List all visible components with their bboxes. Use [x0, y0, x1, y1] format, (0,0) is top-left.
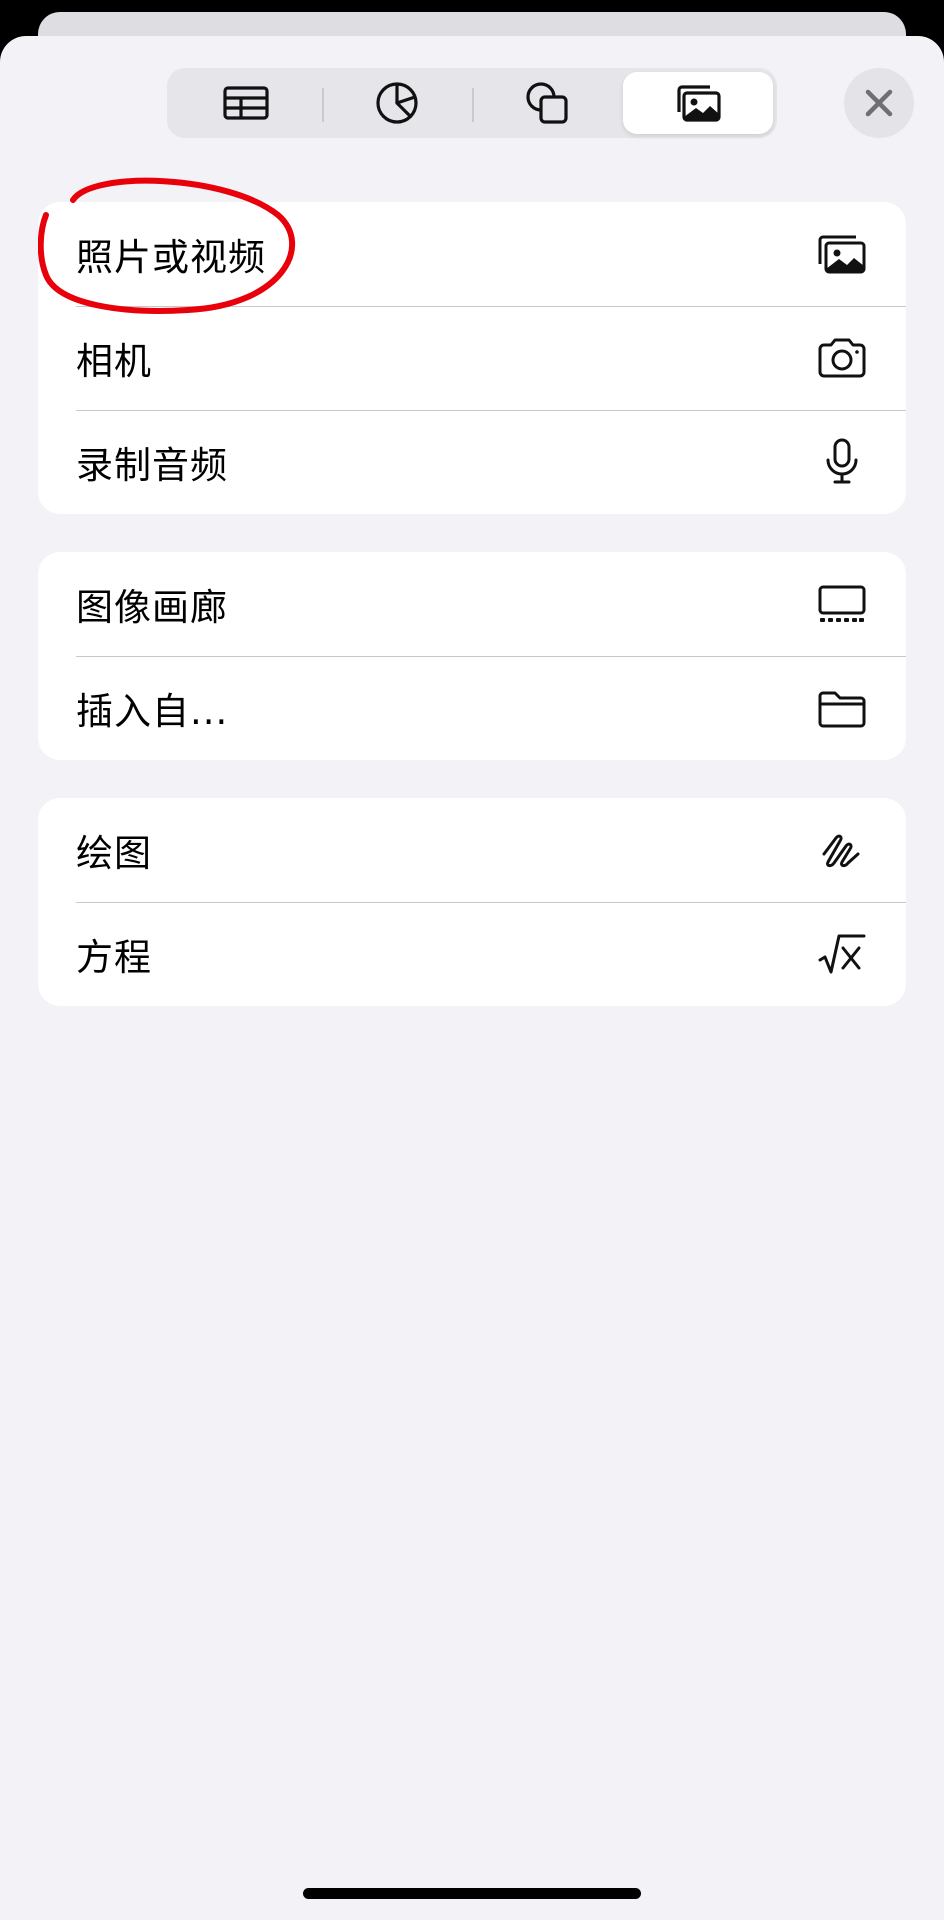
menu-item-label: 方程	[76, 936, 152, 979]
insert-category-control	[167, 68, 777, 138]
camera-icon	[818, 338, 866, 378]
insert-sheet: 照片或视频 相机 录制音频 图像画廊 插入自... 绘图 方程	[0, 36, 944, 1920]
menu-item-label: 相机	[76, 340, 152, 383]
chart-icon	[376, 82, 418, 124]
menu-item-label: 录制音频	[76, 444, 228, 487]
home-indicator[interactable]	[303, 1888, 641, 1899]
tab-table[interactable]	[171, 72, 322, 134]
microphone-icon	[826, 438, 858, 484]
tab-media[interactable]	[622, 72, 773, 134]
menu-item-insert-from[interactable]: 插入自...	[38, 656, 906, 760]
equation-icon	[818, 934, 866, 974]
create-group: 绘图 方程	[38, 798, 906, 1006]
menu-item-label: 图像画廊	[76, 586, 228, 629]
drawing-icon	[822, 834, 860, 867]
close-button[interactable]	[844, 68, 914, 138]
menu-item-drawing[interactable]: 绘图	[38, 798, 906, 902]
tab-chart[interactable]	[321, 72, 473, 134]
close-icon	[865, 89, 893, 117]
tab-shapes[interactable]	[472, 72, 623, 134]
media-source-group: 照片或视频 相机 录制音频	[38, 202, 906, 514]
menu-item-image-gallery[interactable]: 图像画廊	[38, 552, 906, 656]
menu-item-label: 绘图	[76, 832, 152, 875]
shapes-icon	[526, 82, 568, 124]
photo-library-icon	[818, 235, 866, 274]
insert-source-group: 图像画廊 插入自...	[38, 552, 906, 760]
media-icon	[677, 85, 721, 122]
menu-item-photos-or-videos[interactable]: 照片或视频	[38, 202, 906, 306]
image-gallery-icon	[818, 585, 866, 622]
menu-item-equation[interactable]: 方程	[38, 902, 906, 1006]
menu-item-record-audio[interactable]: 录制音频	[38, 410, 906, 514]
menu-item-label: 照片或视频	[76, 236, 266, 279]
table-icon	[223, 86, 269, 120]
folder-icon	[818, 691, 866, 728]
screen: 照片或视频 相机 录制音频 图像画廊 插入自... 绘图 方程	[0, 0, 944, 1920]
menu-item-camera[interactable]: 相机	[38, 306, 906, 410]
menu-item-label: 插入自...	[76, 690, 229, 733]
